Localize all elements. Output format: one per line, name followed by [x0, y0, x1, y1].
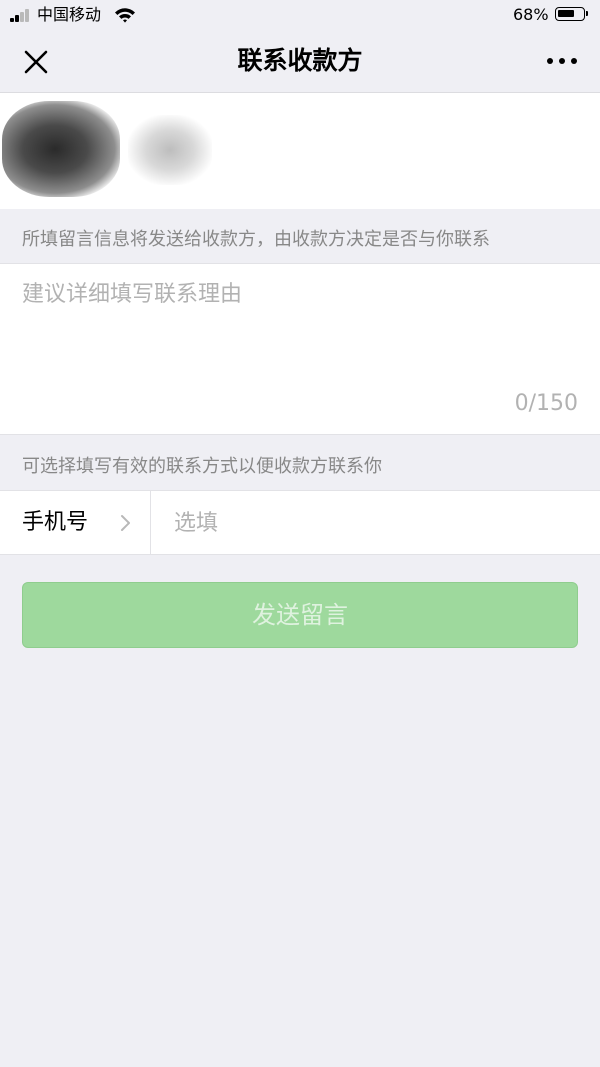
- chevron-right-icon: [121, 515, 130, 531]
- phone-input[interactable]: [174, 505, 574, 541]
- status-bar: 中国移动 68%: [0, 0, 600, 30]
- send-message-button[interactable]: 发送留言: [22, 582, 578, 648]
- cellular-signal-icon: [10, 9, 32, 22]
- wifi-icon: [115, 8, 135, 23]
- message-input[interactable]: [22, 280, 578, 380]
- contact-note: 可选择填写有效的联系方式以便收款方联系你: [22, 456, 382, 477]
- character-counter: 0/150: [514, 391, 578, 416]
- message-note: 所填留言信息将发送给收款方，由收款方决定是否与你联系: [22, 229, 490, 250]
- phone-label: 手机号: [22, 510, 89, 535]
- payee-name-obscured: [128, 115, 212, 185]
- message-box: 0/150: [0, 263, 600, 435]
- more-icon: [547, 58, 553, 64]
- battery-fill: [558, 10, 574, 17]
- navigation-bar: 联系收款方: [0, 30, 600, 93]
- contact-type-selector[interactable]: 手机号: [0, 491, 151, 554]
- battery-icon: [555, 7, 588, 21]
- more-button[interactable]: [540, 44, 584, 78]
- phone-row: 手机号: [0, 490, 600, 555]
- battery-percentage: 68%: [513, 5, 549, 24]
- payee-header: [0, 93, 600, 209]
- payee-avatar: [2, 101, 120, 197]
- page-title: 联系收款方: [237, 46, 363, 75]
- carrier-name: 中国移动: [37, 5, 102, 24]
